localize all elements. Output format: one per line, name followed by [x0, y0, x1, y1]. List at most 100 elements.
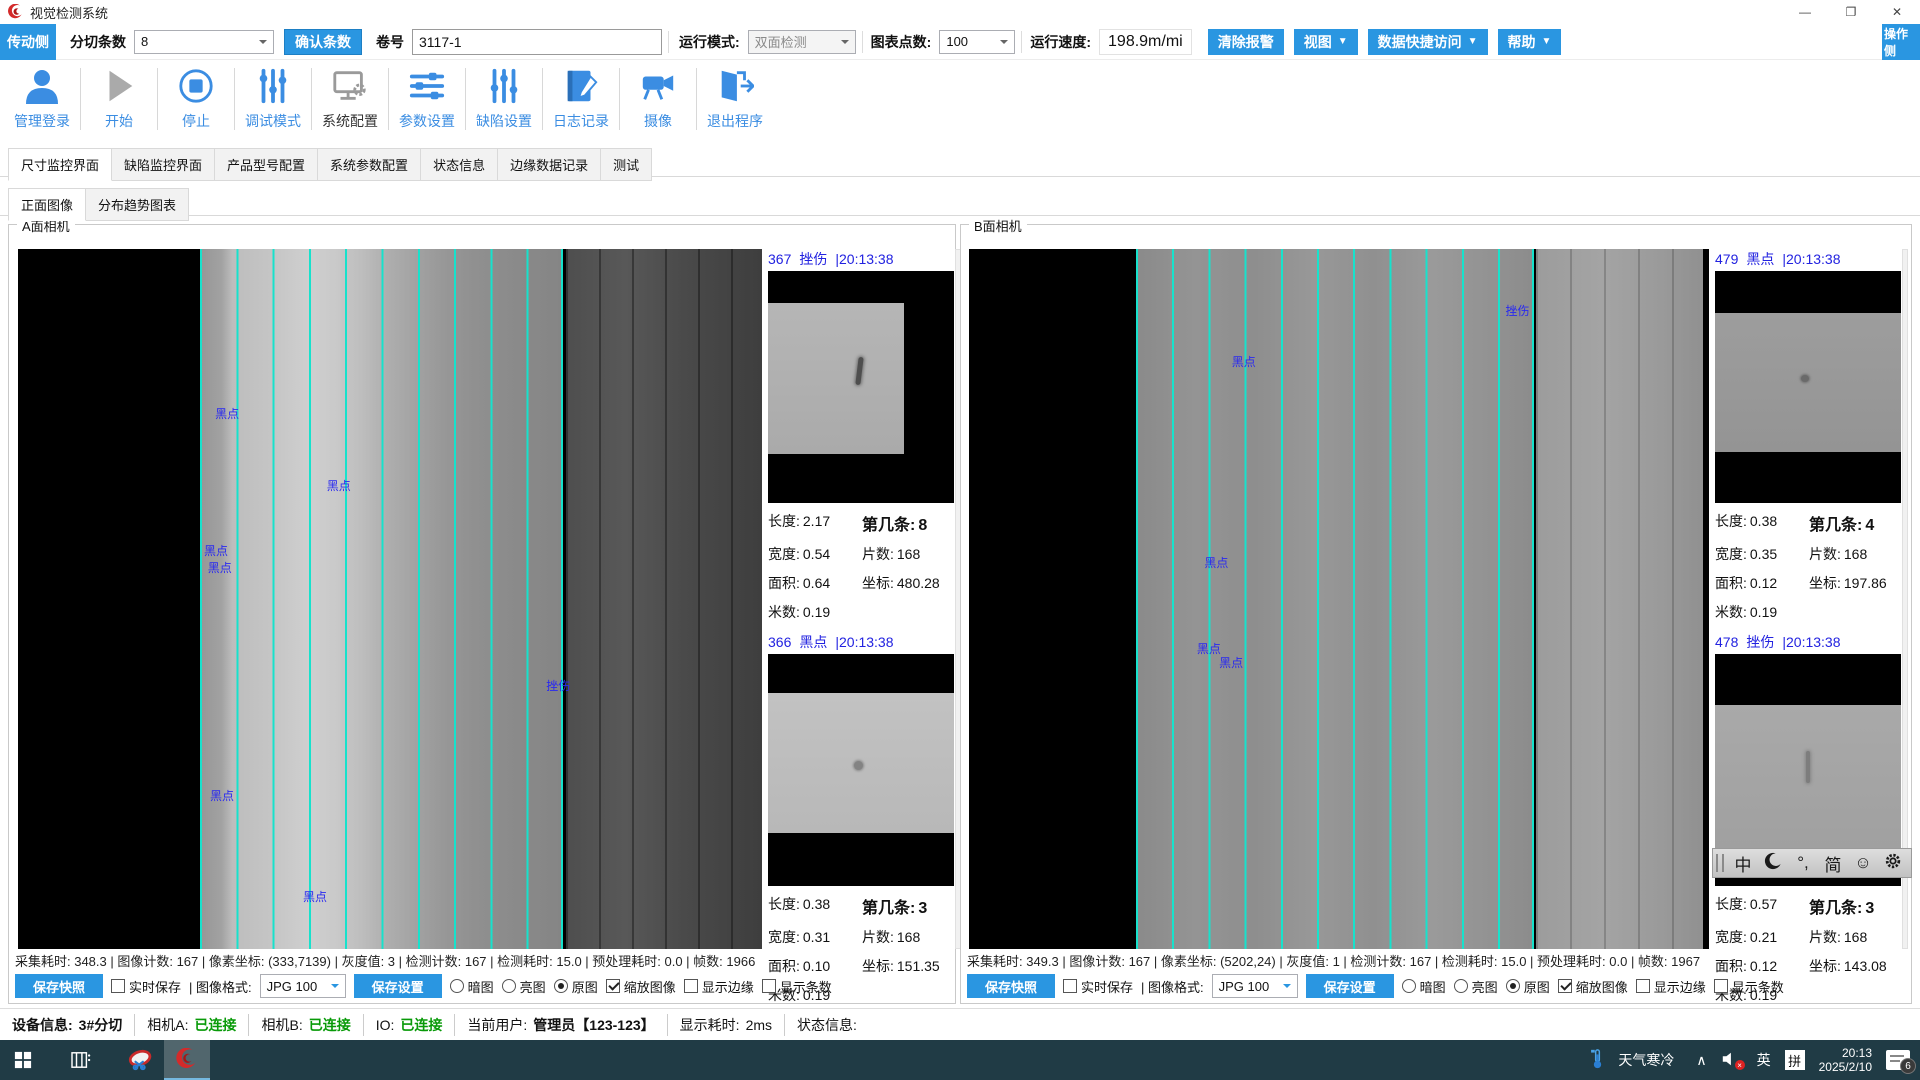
subtab-distribution-trend-chart[interactable]: 分布趋势图表	[86, 188, 189, 221]
image-format-select[interactable]: JPG 100	[1212, 974, 1298, 998]
sliders-horizontal-icon	[406, 66, 448, 106]
pieces-value: 168	[897, 929, 920, 945]
monitor-gear-icon	[329, 66, 371, 106]
data-quick-access-menu-button[interactable]: 数据快捷访问 ▼	[1368, 29, 1488, 55]
save-snapshot-button[interactable]: 保存快照	[15, 974, 103, 998]
run-speed-value: 198.9m/mi	[1099, 29, 1192, 55]
ime-simplified-button[interactable]: 简	[1818, 851, 1848, 876]
defect-number: 479	[1715, 251, 1738, 267]
app-logo-icon	[8, 4, 24, 20]
dark-image-radio[interactable]: 暗图	[450, 977, 494, 996]
tab-size-monitor[interactable]: 尺寸监控界面	[8, 148, 112, 181]
show-edge-checkbox[interactable]: 显示边缘	[1636, 977, 1706, 996]
tray-expand-chevron[interactable]: ∧	[1696, 1052, 1706, 1069]
notification-center-icon[interactable]: 6	[1886, 1050, 1910, 1070]
maximize-button[interactable]: ❐	[1828, 0, 1874, 24]
thermometer-icon[interactable]	[1591, 1048, 1604, 1073]
defect-card[interactable]: 367 挫伤 |20:13:38 长度:2.17 第几条:8 宽度:0.54 片…	[768, 249, 954, 622]
original-image-radio[interactable]: 原图	[1506, 977, 1550, 996]
chevron-down-icon: ▼	[1468, 36, 1478, 47]
tab-system-param-config[interactable]: 系统参数配置	[318, 148, 421, 181]
radio-selected-icon	[554, 979, 568, 993]
view-menu-label: 视图	[1304, 32, 1332, 52]
taskbar-clock[interactable]: 20:13 2025/2/10	[1819, 1046, 1872, 1074]
defect-time: |20:13:38	[1782, 634, 1840, 650]
view-menu-button[interactable]: 视图 ▼	[1294, 29, 1358, 55]
parameter-settings-button[interactable]: 参数设置	[389, 60, 465, 131]
exit-program-button[interactable]: 退出程序	[697, 60, 773, 131]
defect-settings-button[interactable]: 缺陷设置	[466, 60, 542, 131]
defect-card[interactable]: 479 黑点 |20:13:38 长度:0.38 第几条:4 宽度:0.35 片…	[1715, 249, 1901, 622]
operator-side-button[interactable]: 操作侧	[1882, 24, 1920, 60]
camera-capture-button[interactable]: 摄像	[620, 60, 696, 131]
bright-image-radio[interactable]: 亮图	[1454, 977, 1498, 996]
gear-icon[interactable]	[1878, 852, 1908, 875]
debug-mode-button[interactable]: 调试模式	[235, 60, 311, 131]
pieces-value: 168	[1844, 546, 1867, 562]
tab-product-model-config[interactable]: 产品型号配置	[215, 148, 318, 181]
bright-image-radio[interactable]: 亮图	[502, 977, 546, 996]
ime-language-bar[interactable]: 中 °, 简 ☺	[1712, 848, 1912, 878]
show-strip-count-checkbox[interactable]: 显示条数	[762, 977, 832, 996]
weather-text[interactable]: 天气寒冷	[1618, 1050, 1674, 1070]
tab-edge-data-record[interactable]: 边缘数据记录	[498, 148, 601, 181]
chart-points-select[interactable]: 100	[939, 30, 1015, 54]
emoji-button[interactable]: ☺	[1848, 853, 1878, 873]
save-settings-button[interactable]: 保存设置	[354, 974, 442, 998]
start-button[interactable]	[0, 1040, 46, 1080]
defect-type: 黑点	[1746, 249, 1774, 269]
confirm-count-button[interactable]: 确认条数	[284, 29, 362, 55]
roll-number-input[interactable]: 3117-1	[412, 29, 662, 55]
pinyin-indicator[interactable]: 拼	[1785, 1050, 1805, 1070]
image-format-select[interactable]: JPG 100	[260, 974, 346, 998]
help-menu-button[interactable]: 帮助 ▼	[1498, 29, 1562, 55]
run-mode-select[interactable]: 双面检测	[748, 30, 856, 54]
chevron-down-icon: ▼	[1542, 36, 1552, 47]
dark-image-radio[interactable]: 暗图	[1402, 977, 1446, 996]
drive-side-button[interactable]: 传动侧	[0, 24, 56, 60]
clear-alarm-button[interactable]: 清除报警	[1208, 29, 1284, 55]
defect-card-header: 478 挫伤 |20:13:38	[1715, 632, 1901, 652]
original-image-radio[interactable]: 原图	[554, 977, 598, 996]
defect-card[interactable]: 478 挫伤 |20:13:38 长度:0.57 第几条:3 宽度:0.21 片…	[1715, 632, 1901, 1005]
start-button[interactable]: 开始	[81, 60, 157, 131]
zoom-image-checkbox[interactable]: 缩放图像	[1558, 977, 1628, 996]
close-button[interactable]: ✕	[1874, 0, 1920, 24]
tab-defect-monitor[interactable]: 缺陷监控界面	[112, 148, 215, 181]
checkbox-icon	[111, 979, 125, 993]
ime-chinese-mode-button[interactable]: 中	[1728, 851, 1758, 876]
defect-time: |20:13:38	[1782, 251, 1840, 267]
minimize-button[interactable]: —	[1782, 0, 1828, 24]
width-value: 0.54	[803, 546, 830, 562]
camera-b-controls: 保存快照 实时保存 | 图像格式: JPG 100 保存设置 暗图 亮图 原图 …	[967, 973, 1784, 999]
sub-tab-bar: 正面图像 分布趋势图表	[8, 188, 189, 221]
snipping-tool-taskbar-icon[interactable]	[118, 1040, 164, 1080]
show-strip-count-checkbox[interactable]: 显示条数	[1714, 977, 1784, 996]
realtime-save-checkbox[interactable]: 实时保存	[111, 977, 181, 996]
vision-app-taskbar-icon[interactable]	[164, 1040, 210, 1080]
language-indicator[interactable]: 英	[1757, 1050, 1771, 1070]
defect-card[interactable]: 366 黑点 |20:13:38 长度:0.38 第几条:3 宽度:0.31 片…	[768, 632, 954, 1005]
tab-status-info[interactable]: 状态信息	[421, 148, 498, 181]
defect-label: 挫伤	[546, 677, 570, 694]
drag-handle-icon[interactable]	[1716, 854, 1724, 872]
scrollbar[interactable]	[1902, 249, 1908, 949]
task-view-button[interactable]	[58, 1040, 104, 1080]
save-settings-button[interactable]: 保存设置	[1306, 974, 1394, 998]
subtab-front-image[interactable]: 正面图像	[8, 188, 86, 221]
admin-login-button[interactable]: 管理登录	[4, 60, 80, 131]
stop-button[interactable]: 停止	[158, 60, 234, 131]
tab-test[interactable]: 测试	[601, 148, 652, 181]
save-snapshot-button[interactable]: 保存快照	[967, 974, 1055, 998]
realtime-save-checkbox[interactable]: 实时保存	[1063, 977, 1133, 996]
system-config-button[interactable]: 系统配置	[312, 60, 388, 131]
speaker-muted-icon[interactable]: ×	[1721, 1050, 1743, 1070]
show-edge-checkbox[interactable]: 显示边缘	[684, 977, 754, 996]
log-record-button[interactable]: 日志记录	[543, 60, 619, 131]
moon-mode-icon[interactable]	[1758, 852, 1788, 875]
zoom-image-checkbox[interactable]: 缩放图像	[606, 977, 676, 996]
slit-count-select[interactable]: 8	[134, 30, 274, 54]
run-speed-label: 运行速度:	[1030, 32, 1091, 52]
punctuation-mode-button[interactable]: °,	[1788, 853, 1818, 873]
camera-b-panel: B面相机 挫伤 黑点 黑点 黑点 黑点 479 黑点 |20:13:38 长度:…	[960, 224, 1912, 1004]
